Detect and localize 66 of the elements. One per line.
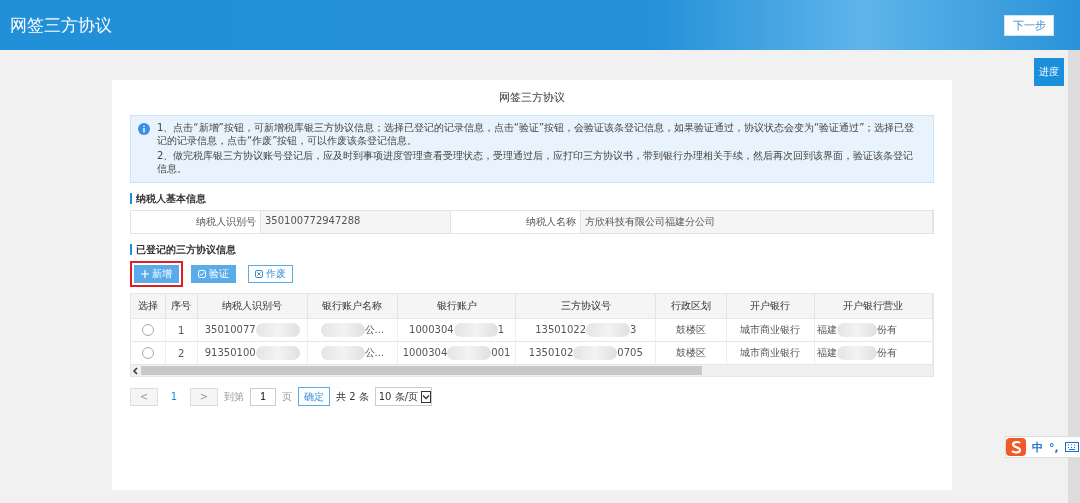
page-size-select[interactable]: 10 条/页 [374,387,432,406]
void-button[interactable]: 作废 [248,265,293,283]
check-box-icon [198,270,206,278]
ime-mode[interactable]: 中 [1032,439,1043,455]
table-cell-text: 份有 [876,324,897,335]
page-unit: 页 [282,389,292,404]
table-cell-text: 1 [177,324,185,336]
total-count: 共 2 条 [336,389,369,404]
table-cell-text: 鼓楼区 [676,324,706,335]
column-header: 开户银行营业 [814,294,933,319]
vertical-scrollbar[interactable] [1068,50,1080,503]
table-cell-text: 城市商业银行 [740,347,801,358]
table-cell-text: 2 [177,347,185,359]
column-header: 三方协议号 [515,294,656,319]
column-header: 序号 [165,294,198,319]
table-cell-text: 公... [364,324,385,335]
next-button[interactable]: 下一步 [1004,14,1054,36]
dropdown-icon [421,390,431,403]
prev-page-button[interactable]: < [130,387,158,406]
verify-button[interactable]: 验证 [191,265,236,283]
table-cell-text: 公... [364,347,385,358]
table-cell-text: 3 [630,324,637,335]
ime-punctuation[interactable]: °, [1049,440,1059,454]
table-cell-text: 福建 [816,324,837,335]
column-header: 选择 [131,294,166,319]
chevron-left-icon[interactable] [131,366,141,375]
field-value: 350100772947288 [261,211,451,233]
table-cell-text: 福建 [816,347,837,358]
table-cell-text: 13501022 [535,324,587,335]
info-icon [138,123,150,135]
table-cell-text: 城市商业银行 [740,324,801,335]
table-cell-text: 鼓楼区 [676,347,706,358]
table-cell-text: 份有 [876,347,897,358]
progress-button[interactable]: 进度 [1034,58,1064,86]
column-header: 行政区划 [655,294,727,319]
next-page-button[interactable]: > [190,387,218,406]
table-cell-text: 1000304 [402,347,448,358]
row-radio[interactable] [141,324,154,336]
table-cell-text: 1 [497,324,505,335]
page-input[interactable]: 1 [250,387,276,406]
table-cell-text: 91350100 [204,347,256,358]
section-title: 已登记的三方协议信息 [130,244,236,255]
table-cell-text: 1350102 [528,347,574,358]
notice-text: 1、点击“新增”按钮，可新增税库银三方协议信息；选择已登记的记录信息，点击“验证”按钮，会验证该条登记信息，如果验证通过，协议状态会变为“验证通过”；选择已登记的记录信息，点击“作废”按钮，可以作废该条登记信息。 [157,121,916,147]
field-value: 方欣科技有限公司福建分公司 [581,211,933,233]
page-number[interactable]: 1 [164,391,184,402]
page-title: 网签三方协议 [10,13,112,37]
section-title: 纳税人基本信息 [130,193,206,204]
column-header: 银行账户名称 [307,294,398,319]
table-cell-text: 0705 [617,347,643,358]
table-cell-text: 1000304 [409,324,454,335]
notice-text: 2、做完税库银三方协议账号登记后，应及时到事项进度管理查看受理状态，受理通过后，应打印三方协议书，带到银行办理相关手续，然后再次回到该界面，验证该条登记信息。 [157,149,915,175]
goto-label: 到第 [224,389,244,404]
confirm-button[interactable]: 确定 [298,387,330,406]
table-cell-text: 001 [491,347,511,358]
column-header: 纳税人识别号 [197,294,308,319]
card-title: 网签三方协议 [498,90,566,105]
row-radio[interactable] [141,347,154,359]
cross-box-icon [255,270,263,278]
plus-icon [141,270,149,278]
column-header: 银行账户 [397,294,516,319]
column-header: 开户银行 [726,294,815,319]
add-button[interactable]: 新增 [134,265,179,283]
keyboard-icon[interactable] [1064,442,1079,452]
table-cell-text: 35010077 [204,324,256,335]
horizontal-scrollbar[interactable] [131,364,933,376]
